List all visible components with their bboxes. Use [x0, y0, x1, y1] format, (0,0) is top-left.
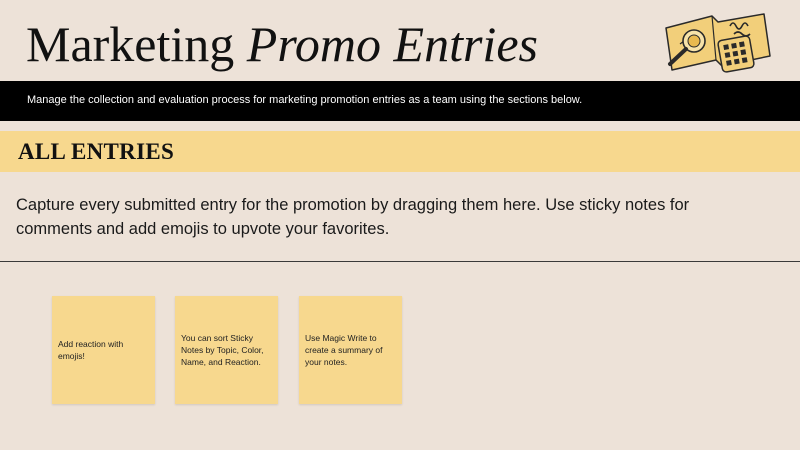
page-title-plain: Marketing [26, 16, 235, 72]
section-description: Capture every submitted entry for the pr… [16, 196, 690, 238]
page-title-italic: Promo Entries [246, 16, 538, 72]
sticky-note-text: You can sort Sticky Notes by Topic, Colo… [181, 333, 264, 367]
instructions-banner: Manage the collection and evaluation pro… [0, 81, 800, 121]
sticky-note[interactable]: Use Magic Write to create a summary of y… [299, 296, 402, 404]
sticky-note-text: Add reaction with emojis! [58, 339, 124, 361]
sticky-note[interactable]: Add reaction with emojis! [52, 296, 155, 404]
notebook-magnifier-calculator-icon [665, 13, 771, 73]
section-title: ALL ENTRIES [18, 139, 175, 164]
banner-text: Manage the collection and evaluation pro… [27, 94, 583, 106]
section-header: ALL ENTRIES [0, 131, 800, 172]
page-title: Marketing Promo Entries [26, 14, 538, 74]
sticky-note[interactable]: You can sort Sticky Notes by Topic, Colo… [175, 296, 278, 404]
section-divider [0, 261, 800, 262]
sticky-note-text: Use Magic Write to create a summary of y… [305, 333, 383, 367]
